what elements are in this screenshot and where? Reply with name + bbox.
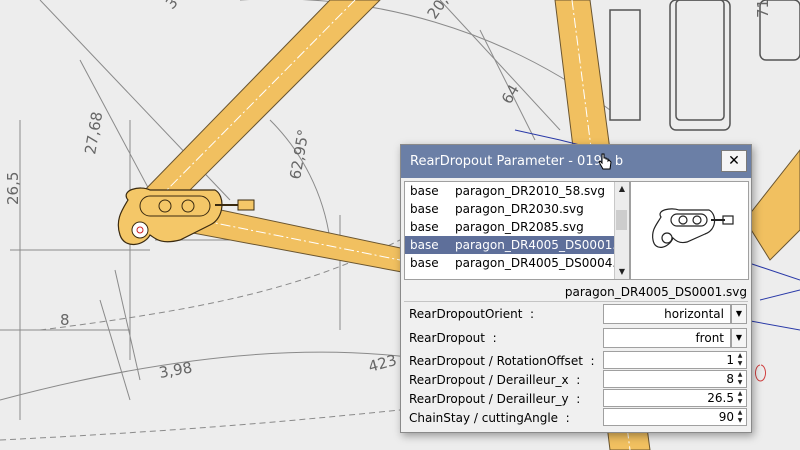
file-name: paragon_DR2010_58.svg <box>455 184 605 198</box>
file-name: paragon_DR4005_DS0001.svg <box>455 238 630 252</box>
rotation-offset-spinbox[interactable]: 1 ▲ ▼ <box>603 351 747 369</box>
hand-cursor-icon <box>598 153 612 170</box>
scroll-up-icon[interactable]: ▲ <box>615 182 629 196</box>
close-button[interactable]: ✕ <box>721 150 747 172</box>
dimension-label: 71 <box>754 0 772 18</box>
dimension-label: 8 <box>60 311 70 329</box>
param-row-cutting-angle: ChainStay / cuttingAngle : 90 ▲ ▼ <box>401 408 751 428</box>
param-label: RearDropout / Derailleur_y : <box>409 392 581 406</box>
derailleur-y-spinbox[interactable]: 26.5 ▲ ▼ <box>603 389 747 407</box>
dimension-label: 26,5 <box>4 172 22 205</box>
select-value: horizontal <box>664 307 724 321</box>
file-name: paragon_DR2030.svg <box>455 202 584 216</box>
spin-arrows-icon[interactable]: ▲ ▼ <box>735 390 745 406</box>
down-tube <box>744 149 800 261</box>
dropout-orient-select[interactable]: horizontal <box>603 304 731 324</box>
file-name: paragon_DR4005_DS0004.svg <box>455 256 630 270</box>
seat-stay <box>139 0 381 216</box>
param-row-derailleur-x: RearDropout / Derailleur_x : 8 ▲ ▼ <box>401 370 751 390</box>
dropout-preview <box>630 181 749 280</box>
cutting-angle-spinbox[interactable]: 90 ▲ ▼ <box>603 408 747 426</box>
param-row-dropout: RearDropout : front ▼ <box>401 328 751 348</box>
chevron-down-icon[interactable]: ▼ <box>731 304 747 324</box>
spin-value: 1 <box>726 353 734 367</box>
dialog-title-bar[interactable]: RearDropout Parameter - 019 - b ✕ <box>401 145 751 178</box>
param-row-rotation-offset: RearDropout / RotationOffset : 1 ▲ ▼ <box>401 351 751 371</box>
param-label: RearDropout / Derailleur_x : <box>409 373 581 387</box>
file-base: base <box>410 220 439 234</box>
dimension-label: 27,68 <box>81 110 106 155</box>
spin-value: 8 <box>726 372 734 386</box>
scroll-down-icon[interactable]: ▼ <box>615 265 629 279</box>
spin-arrows-icon[interactable]: ▲ ▼ <box>735 371 745 387</box>
param-label: RearDropout / RotationOffset : <box>409 354 595 368</box>
selected-file-label: paragon_DR4005_DS0001.svg <box>564 285 747 299</box>
divider <box>404 301 748 302</box>
param-label: RearDropout : <box>409 331 497 345</box>
list-item-selected[interactable]: base paragon_DR4005_DS0001.svg <box>405 236 629 254</box>
spin-arrows-icon[interactable]: ▲ ▼ <box>735 352 745 368</box>
chevron-down-icon[interactable]: ▼ <box>731 328 747 348</box>
file-name: paragon_DR2085.svg <box>455 220 584 234</box>
param-row-dropout-orient: RearDropoutOrient : horizontal ▼ <box>401 304 751 324</box>
spin-value: 26.5 <box>707 391 734 405</box>
list-item[interactable]: base paragon_DR4005_DS0004.svg <box>405 254 629 272</box>
list-item[interactable]: base paragon_DR2010_58.svg <box>405 182 614 200</box>
dialog-title: RearDropout Parameter - 019 - b <box>410 154 624 169</box>
dimension-label: 423 <box>366 351 398 376</box>
file-base: base <box>410 256 439 270</box>
scrollbar-thumb[interactable] <box>616 210 627 230</box>
spin-arrows-icon[interactable]: ▲ ▼ <box>735 409 745 425</box>
dropout-preview-icon <box>652 208 734 248</box>
list-item[interactable]: base paragon_DR2030.svg <box>405 200 614 218</box>
rear-dropout-parameter-dialog[interactable]: RearDropout Parameter - 019 - b ✕ base p… <box>400 144 752 433</box>
file-base: base <box>410 184 439 198</box>
file-base: base <box>410 238 439 252</box>
spin-value: 90 <box>718 410 734 424</box>
param-label: RearDropoutOrient : <box>409 307 535 321</box>
list-item[interactable]: base paragon_DR2085.svg <box>405 218 614 236</box>
dimension-label: 3 <box>162 0 181 13</box>
param-row-derailleur-y: RearDropout / Derailleur_y : 26.5 ▲ ▼ <box>401 389 751 409</box>
list-scrollbar[interactable]: ▲ ▼ <box>614 182 629 279</box>
dimension-label: 3,98 <box>158 358 194 382</box>
select-value: front <box>695 331 724 345</box>
derailleur-x-spinbox[interactable]: 8 ▲ ▼ <box>603 370 747 388</box>
param-label: ChainStay / cuttingAngle : <box>409 411 570 425</box>
dropout-file-list[interactable]: base paragon_DR2010_58.svg base paragon_… <box>404 181 630 280</box>
file-base: base <box>410 202 439 216</box>
dropout-select[interactable]: front <box>603 328 731 348</box>
